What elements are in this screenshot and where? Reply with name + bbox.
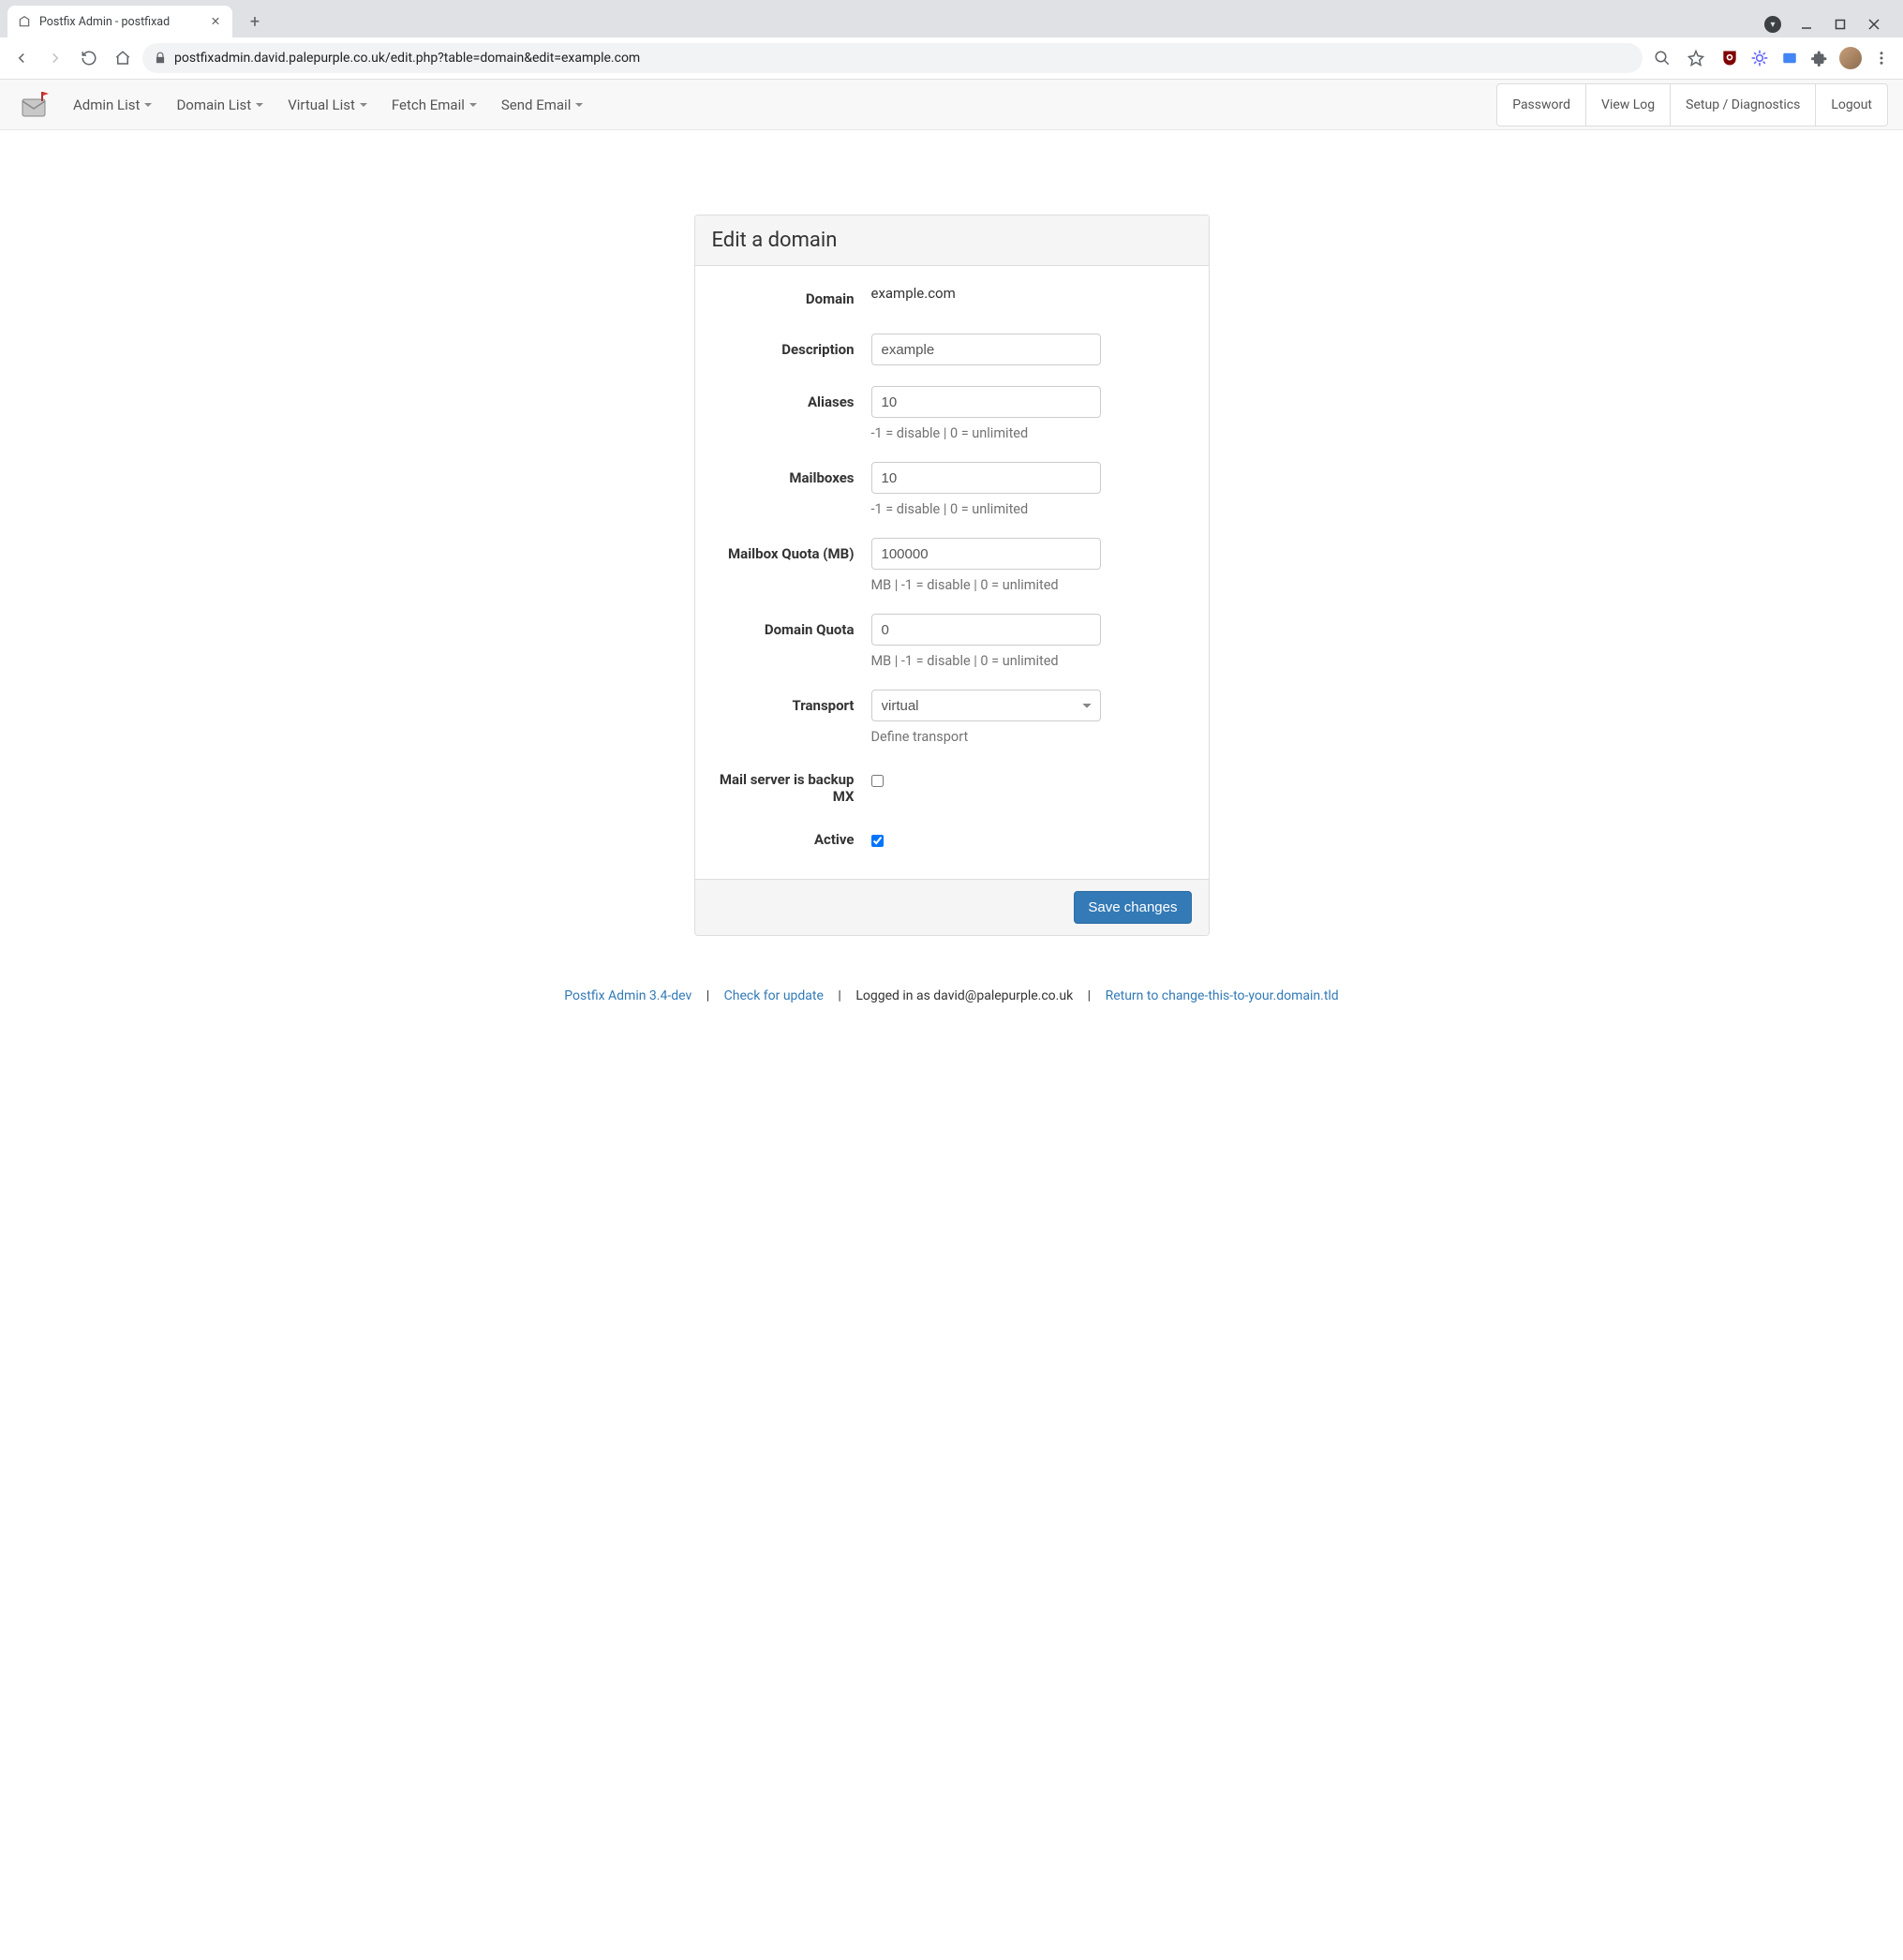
edit-domain-panel: Edit a domain Domain example.com Descrip…: [694, 215, 1210, 936]
extension-icon[interactable]: [1749, 48, 1770, 68]
browser-chrome: Postfix Admin - postfixad ✕ + ▾: [0, 0, 1903, 80]
mailboxes-help: -1 = disable | 0 = unlimited: [871, 501, 1192, 517]
tab-favicon: [17, 14, 32, 29]
minimize-button[interactable]: [1791, 11, 1822, 37]
label-domain-quota: Domain Quota: [712, 614, 871, 638]
app-footer: Postfix Admin 3.4-dev | Check for update…: [0, 964, 1903, 1022]
lock-icon: [154, 52, 167, 65]
nav-password[interactable]: Password: [1496, 83, 1586, 126]
reload-button[interactable]: [75, 44, 103, 72]
nav-send-email[interactable]: Send Email: [501, 97, 583, 113]
home-button[interactable]: [109, 44, 137, 72]
label-domain: Domain: [712, 283, 871, 307]
footer-return-link[interactable]: Return to change-this-to-your.domain.tld: [1106, 988, 1339, 1003]
domain-value: example.com: [871, 283, 1192, 302]
save-button[interactable]: Save changes: [1074, 891, 1191, 924]
tab-title: Postfix Admin - postfixad: [39, 15, 208, 29]
transport-select[interactable]: virtual: [871, 690, 1101, 721]
separator: |: [1088, 988, 1091, 1003]
profile-avatar[interactable]: [1839, 47, 1862, 69]
row-domain: Domain example.com: [712, 283, 1192, 307]
tab-bar: Postfix Admin - postfixad ✕ + ▾: [0, 0, 1903, 37]
browser-toolbar: postfixadmin.david.palepurple.co.uk/edit…: [0, 37, 1903, 80]
bookmark-icon[interactable]: [1682, 44, 1710, 72]
page-content: Edit a domain Domain example.com Descrip…: [0, 130, 1903, 964]
row-backup-mx: Mail server is backup MX: [712, 765, 1192, 805]
separator: |: [838, 988, 840, 1003]
label-active: Active: [712, 825, 871, 848]
row-active: Active: [712, 825, 1192, 851]
footer-logged-in: Logged in as david@palepurple.co.uk: [855, 988, 1073, 1003]
chevron-down-icon: [575, 103, 583, 107]
separator: |: [706, 988, 709, 1003]
nav-item-label: Admin List: [73, 97, 140, 113]
nav-virtual-list[interactable]: Virtual List: [288, 97, 367, 113]
app-logo[interactable]: [15, 86, 56, 124]
nav-view-log[interactable]: View Log: [1586, 83, 1671, 126]
profile-indicator-icon[interactable]: ▾: [1757, 11, 1789, 37]
close-icon[interactable]: ✕: [208, 14, 223, 29]
ublock-icon[interactable]: [1719, 48, 1740, 68]
row-transport: Transport virtual Define transport: [712, 690, 1192, 745]
mailbox-quota-help: MB | -1 = disable | 0 = unlimited: [871, 577, 1192, 593]
panel-footer: Save changes: [695, 879, 1209, 935]
domain-quota-help: MB | -1 = disable | 0 = unlimited: [871, 653, 1192, 669]
kebab-menu-icon[interactable]: [1871, 48, 1892, 68]
domain-quota-input[interactable]: [871, 614, 1101, 646]
label-mailbox-quota: Mailbox Quota (MB): [712, 538, 871, 562]
new-tab-button[interactable]: +: [242, 8, 268, 35]
nav-fetch-email[interactable]: Fetch Email: [392, 97, 477, 113]
back-button[interactable]: [7, 44, 36, 72]
nav-item-label: Virtual List: [288, 97, 355, 113]
nav-logout[interactable]: Logout: [1816, 83, 1888, 126]
aliases-input[interactable]: [871, 386, 1101, 418]
label-mailboxes: Mailboxes: [712, 462, 871, 486]
app-navbar: Admin List Domain List Virtual List Fetc…: [0, 80, 1903, 130]
forward-button[interactable]: [41, 44, 69, 72]
nav-right: Password View Log Setup / Diagnostics Lo…: [1496, 83, 1888, 126]
description-input[interactable]: [871, 334, 1101, 365]
footer-product-link[interactable]: Postfix Admin 3.4-dev: [564, 988, 691, 1003]
label-transport: Transport: [712, 690, 871, 714]
url-text: postfixadmin.david.palepurple.co.uk/edit…: [174, 51, 1631, 66]
nav-item-label: Fetch Email: [392, 97, 465, 113]
row-domain-quota: Domain Quota MB | -1 = disable | 0 = unl…: [712, 614, 1192, 669]
extensions-area: [1716, 47, 1896, 69]
browser-tab[interactable]: Postfix Admin - postfixad ✕: [7, 6, 232, 37]
chevron-down-icon: [360, 103, 367, 107]
label-backup-mx: Mail server is backup MX: [712, 765, 871, 805]
chevron-down-icon: [144, 103, 152, 107]
maximize-button[interactable]: [1824, 11, 1856, 37]
transport-help: Define transport: [871, 729, 1192, 745]
nav-item-label: Send Email: [501, 97, 571, 113]
close-window-button[interactable]: [1858, 11, 1890, 37]
label-aliases: Aliases: [712, 386, 871, 410]
aliases-help: -1 = disable | 0 = unlimited: [871, 425, 1192, 441]
window-controls: ▾: [1757, 11, 1896, 37]
row-description: Description: [712, 334, 1192, 365]
mailboxes-input[interactable]: [871, 462, 1101, 494]
nav-left: Admin List Domain List Virtual List Fetc…: [73, 97, 583, 113]
row-aliases: Aliases -1 = disable | 0 = unlimited: [712, 386, 1192, 441]
backup-mx-checkbox[interactable]: [871, 775, 884, 787]
nav-item-label: Domain List: [176, 97, 251, 113]
row-mailboxes: Mailboxes -1 = disable | 0 = unlimited: [712, 462, 1192, 517]
panel-title: Edit a domain: [695, 215, 1209, 266]
nav-setup-diagnostics[interactable]: Setup / Diagnostics: [1671, 83, 1816, 126]
panel-body: Domain example.com Description Aliases -…: [695, 266, 1209, 879]
mailbox-quota-input[interactable]: [871, 538, 1101, 570]
label-description: Description: [712, 334, 871, 358]
footer-check-update-link[interactable]: Check for update: [724, 988, 824, 1003]
row-mailbox-quota: Mailbox Quota (MB) MB | -1 = disable | 0…: [712, 538, 1192, 593]
nav-admin-list[interactable]: Admin List: [73, 97, 152, 113]
zoom-icon[interactable]: [1648, 44, 1676, 72]
chevron-down-icon: [469, 103, 477, 107]
chevron-down-icon: [256, 103, 263, 107]
nav-domain-list[interactable]: Domain List: [176, 97, 263, 113]
extensions-menu-icon[interactable]: [1809, 48, 1830, 68]
extension-icon[interactable]: [1779, 48, 1800, 68]
active-checkbox[interactable]: [871, 835, 884, 847]
address-bar[interactable]: postfixadmin.david.palepurple.co.uk/edit…: [142, 43, 1643, 73]
